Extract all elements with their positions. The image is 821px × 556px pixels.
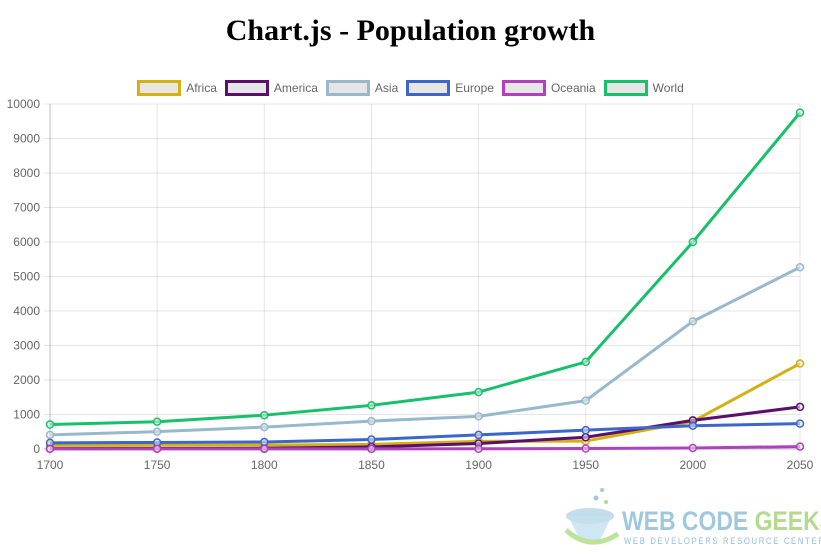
y-tick-label: 7000 <box>13 201 40 215</box>
x-tick-label: 1750 <box>144 458 171 472</box>
y-tick-label: 4000 <box>13 304 40 318</box>
data-point-world <box>152 417 162 426</box>
line-chart: 0 1000 2000 3000 4000 5000 6000 7000 8000 9000 100… <box>7 97 814 472</box>
data-point-asia <box>367 416 376 426</box>
x-tick-label: 2000 <box>680 458 707 472</box>
data-point-europe <box>581 425 590 435</box>
data-point-asia <box>45 430 55 440</box>
data-point-world <box>795 108 805 117</box>
data-point-world <box>474 387 483 397</box>
y-tick-label: 9000 <box>13 132 40 146</box>
logo-text: WEB CODE GEEKS <box>622 506 821 537</box>
data-point-europe <box>688 421 698 430</box>
x-tick-label: 1800 <box>251 458 278 472</box>
x-tick-label: 1950 <box>572 458 599 472</box>
data-point-africa <box>795 359 805 368</box>
x-tick-label: 2050 <box>787 458 814 472</box>
web-code-geeks-logo: WEB CODE GEEKS WEB DEVELOPERS RESOURCE C… <box>562 478 821 550</box>
y-tick-label: 3000 <box>13 339 40 353</box>
data-point-oceania <box>367 444 376 454</box>
data-point-europe <box>795 419 805 428</box>
data-point-world <box>367 401 376 410</box>
series-line-world <box>49 111 802 427</box>
data-point-asia <box>795 263 805 272</box>
data-point-oceania <box>260 444 269 454</box>
data-point-europe <box>367 435 376 444</box>
data-point-asia <box>152 427 162 436</box>
y-tick-label: 10000 <box>7 97 41 111</box>
data-point-america <box>581 433 590 442</box>
y-tick-label: 5000 <box>13 270 40 284</box>
data-point-oceania <box>45 444 55 454</box>
data-point-asia <box>474 412 483 421</box>
logo-tagline: WEB DEVELOPERS RESOURCE CENTER <box>624 536 821 546</box>
x-tick-label: 1850 <box>358 458 385 472</box>
y-tick-label: 8000 <box>13 166 40 180</box>
data-point-america <box>795 402 805 412</box>
y-tick-label: 2000 <box>13 373 40 387</box>
logo-text-part1: WEB CODE <box>622 506 755 536</box>
series-line-oceania <box>50 445 801 451</box>
data-point-world <box>581 357 590 367</box>
y-tick-label: 0 <box>33 442 40 456</box>
logo-cup-icon <box>564 488 620 545</box>
x-tick-label: 1700 <box>37 458 64 472</box>
data-point-oceania <box>581 444 590 453</box>
data-point-europe <box>474 430 483 440</box>
series-line-africa <box>49 362 801 447</box>
y-tick-label: 1000 <box>13 408 40 422</box>
data-point-asia <box>260 422 269 432</box>
data-point-europe <box>260 437 269 447</box>
data-point-asia <box>688 317 698 326</box>
series-line-europe <box>49 422 801 445</box>
x-tick-label: 1900 <box>465 458 492 472</box>
data-point-world <box>688 237 698 247</box>
logo-text-part2: GEEKS <box>754 506 821 536</box>
data-point-asia <box>581 396 590 405</box>
data-point-world <box>45 420 55 429</box>
data-point-world <box>260 410 269 420</box>
y-tick-label: 6000 <box>13 235 40 249</box>
data-point-oceania <box>795 442 805 451</box>
data-point-oceania <box>152 444 162 454</box>
data-point-oceania <box>688 443 698 453</box>
series-line-asia <box>49 265 801 437</box>
data-point-oceania <box>474 444 483 454</box>
